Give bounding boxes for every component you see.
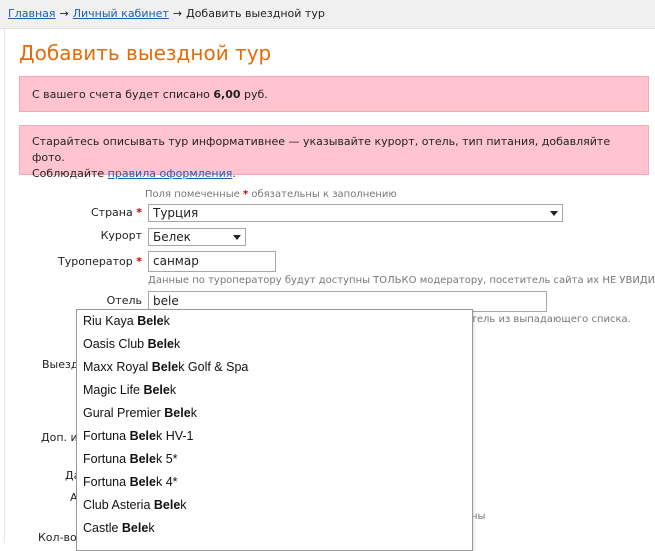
- resort-select-value: Белек: [153, 230, 191, 244]
- page-title: Добавить выездной тур: [19, 41, 272, 65]
- autocomplete-item-match: Bele: [129, 452, 156, 466]
- departure-label: Выезд: [42, 358, 79, 371]
- extra-label: Доп. и: [41, 431, 78, 444]
- breadcrumb-arrow: →: [172, 7, 183, 20]
- country-select[interactable]: Турция: [148, 204, 563, 222]
- top-bar: Главная → Личный кабинет → Добавить выездной…: [0, 0, 655, 29]
- autocomplete-item-text: k 4*: [155, 475, 178, 489]
- resort-select[interactable]: Белек: [148, 228, 246, 246]
- operator-hint: Данные по туроператору будут доступны ТО…: [148, 275, 655, 286]
- autocomplete-item-match: Bele: [143, 383, 170, 397]
- autocomplete-item[interactable]: Maxx Royal Belek Golf & Spa: [77, 356, 472, 379]
- autocomplete-item[interactable]: Club Asteria Belek: [77, 494, 472, 517]
- country-label: Страна *: [5, 206, 142, 219]
- autocomplete-item-text: Maxx Royal: [83, 360, 152, 374]
- autocomplete-item-match: Bele: [137, 314, 164, 328]
- guidelines-notice: Старайтесь описывать тур информативнее —…: [19, 125, 649, 180]
- operator-input[interactable]: санмар: [148, 251, 276, 272]
- autocomplete-item-text: Club Asteria: [83, 498, 154, 512]
- required-star: *: [136, 255, 142, 268]
- autocomplete-item[interactable]: Magic Life Belek: [77, 379, 472, 402]
- breadcrumb-home-link[interactable]: Главная: [8, 7, 56, 20]
- autocomplete-item-text: Fortuna: [83, 429, 130, 443]
- required-hint-after: обязательны к заполнению: [248, 189, 397, 200]
- hotel-hint: тель из выпадающего списка.: [471, 314, 631, 325]
- autocomplete-item-text: k: [148, 521, 155, 535]
- autocomplete-item-text: Riu Kaya: [83, 314, 138, 328]
- country-label-text: Страна: [90, 206, 133, 219]
- operator-label: Туроператор *: [5, 255, 142, 268]
- autocomplete-item-text: Fortuna: [83, 475, 130, 489]
- autocomplete-item-text: k Golf & Spa: [178, 360, 249, 374]
- operator-input-value: санмар: [153, 254, 199, 268]
- chevron-down-icon: [233, 235, 241, 240]
- guidelines-line1: Старайтесь описывать тур информативнее —…: [32, 135, 611, 164]
- autocomplete-item-text: Magic Life: [83, 383, 144, 397]
- autocomplete-item[interactable]: Castle Belek: [77, 517, 472, 540]
- autocomplete-item[interactable]: Oasis Club Belek: [77, 333, 472, 356]
- autocomplete-item-text: k: [163, 314, 170, 328]
- hotel-autocomplete-list: Riu Kaya Belek Oasis Club Belek Maxx Royal…: [76, 309, 473, 551]
- autocomplete-item-text: Gural Premier: [83, 406, 165, 420]
- autocomplete-item-text: k: [169, 383, 177, 397]
- required-hint-before: Поля помеченные: [145, 189, 243, 200]
- autocomplete-item-text: Fortuna: [83, 452, 130, 466]
- autocomplete-item-match: Bele: [151, 360, 179, 374]
- charge-notice: С вашего счета будет списано 6,00 руб.: [19, 76, 649, 112]
- chevron-down-icon: [550, 211, 558, 216]
- autocomplete-item-text: k HV-1: [155, 429, 194, 443]
- autocomplete-item-match: Bele: [147, 337, 175, 351]
- hotel-label: Отель: [106, 294, 142, 307]
- autocomplete-item[interactable]: Fortuna Belek 4*: [77, 471, 472, 494]
- breadcrumb-cabinet-link[interactable]: Личный кабинет: [73, 7, 169, 20]
- autocomplete-item-text: k: [174, 337, 181, 351]
- breadcrumb-arrow: →: [59, 7, 69, 20]
- required-star: *: [136, 206, 142, 219]
- autocomplete-item-match: Bele: [153, 498, 181, 512]
- count-label: Кол-во: [38, 531, 77, 544]
- autocomplete-item[interactable]: Gural Premier Belek: [77, 402, 472, 425]
- main-content: Добавить выездной тур С вашего счета буд…: [4, 29, 655, 551]
- operator-label-text: Туроператор: [57, 255, 133, 268]
- breadcrumb: Главная → Личный кабинет → Добавить выездной…: [8, 7, 325, 20]
- guidelines-line2-before: Соблюдайте: [32, 167, 108, 180]
- autocomplete-item[interactable]: Riu Kaya Belek: [77, 310, 472, 333]
- autocomplete-item-text: Oasis Club: [83, 337, 148, 351]
- rules-link[interactable]: правила оформления: [108, 167, 233, 180]
- guidelines-line2: Соблюдайте правила оформления.: [32, 166, 636, 182]
- autocomplete-item-text: k: [180, 498, 187, 512]
- guidelines-line2-after: .: [232, 167, 236, 180]
- autocomplete-item-match: Bele: [129, 475, 156, 489]
- autocomplete-item[interactable]: Fortuna Belek HV-1: [77, 425, 472, 448]
- autocomplete-item-match: Bele: [121, 521, 149, 535]
- autocomplete-item[interactable]: Fortuna Belek 5*: [77, 448, 472, 471]
- country-select-value: Турция: [153, 206, 199, 220]
- right-hint-partial: ны: [471, 511, 486, 522]
- autocomplete-item-text: Castle: [83, 521, 122, 535]
- required-fields-hint: Поля помеченные * обязательны к заполнен…: [145, 189, 397, 200]
- breadcrumb-current: Добавить выездной тур: [186, 7, 325, 20]
- charge-text-after: руб.: [240, 88, 268, 101]
- autocomplete-item-text: k 5*: [155, 452, 178, 466]
- hotel-input-value: bele: [153, 294, 179, 308]
- charge-amount: 6,00: [213, 88, 241, 101]
- resort-label: Курорт: [100, 229, 142, 242]
- autocomplete-item-text: k: [190, 406, 197, 420]
- autocomplete-item-match: Bele: [164, 406, 191, 420]
- charge-text-before: С вашего счета будет списано: [32, 88, 214, 101]
- autocomplete-item-match: Bele: [129, 429, 156, 443]
